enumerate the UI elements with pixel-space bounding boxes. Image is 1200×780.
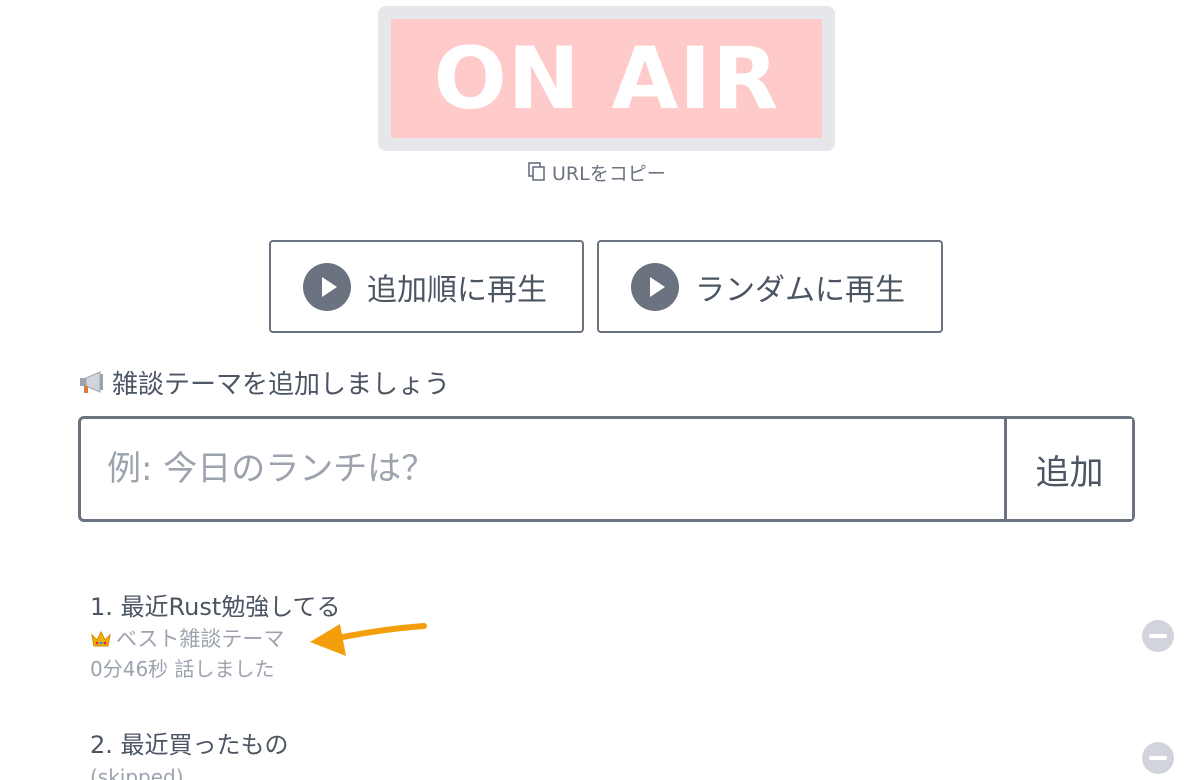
- topic-title: 1. 最近Rust勉強してる: [90, 593, 341, 621]
- add-topic-heading-text: 雑談テーマを追加しましょう: [112, 369, 451, 400]
- play-icon: [303, 262, 351, 311]
- on-air-label: ON AIR: [433, 28, 780, 129]
- best-topic-badge: ベスト雑談テーマ: [90, 624, 1130, 654]
- topic-title: 2. 最近買ったもの: [90, 731, 289, 759]
- remove-topic-icon[interactable]: [1142, 620, 1174, 652]
- add-button[interactable]: 追加: [1004, 419, 1132, 519]
- topic-talk-time: 0分46秒 話しました: [90, 657, 275, 681]
- copy-url-button[interactable]: URLをコピー: [528, 159, 666, 185]
- best-topic-badge-label: ベスト雑談テーマ: [116, 627, 285, 651]
- on-air-sign: ON AIR: [378, 6, 835, 151]
- play-icon: [631, 262, 679, 311]
- topic-item: 2. 最近買ったもの (skipped): [90, 728, 1174, 780]
- play-random-label: ランダムに再生: [695, 272, 905, 308]
- play-random-button[interactable]: ランダムに再生: [597, 240, 943, 333]
- topic-input[interactable]: [81, 419, 1004, 519]
- copy-icon: [528, 162, 545, 181]
- add-topic-heading: 雑談テーマを追加しましょう: [78, 362, 450, 402]
- annotation-arrow: [310, 623, 427, 656]
- crown-icon: [91, 630, 111, 647]
- play-sequential-button[interactable]: 追加順に再生: [269, 240, 584, 333]
- add-topic-form: 追加: [78, 416, 1135, 522]
- play-sequential-label: 追加順に再生: [367, 272, 547, 308]
- copy-url-label: URLをコピー: [552, 162, 666, 185]
- remove-topic-icon[interactable]: [1142, 742, 1174, 774]
- on-air-sign-inner: ON AIR: [391, 19, 822, 138]
- topic-status: (skipped): [90, 765, 184, 780]
- app-page: ON AIR URLをコピー 追加順に再生 ランダムに再生 雑談テーマを追加しま…: [0, 0, 1200, 780]
- megaphone-icon: [80, 371, 103, 393]
- topic-item: 1. 最近Rust勉強してる ベスト雑談テーマ 0分46秒 話しました: [90, 590, 1174, 684]
